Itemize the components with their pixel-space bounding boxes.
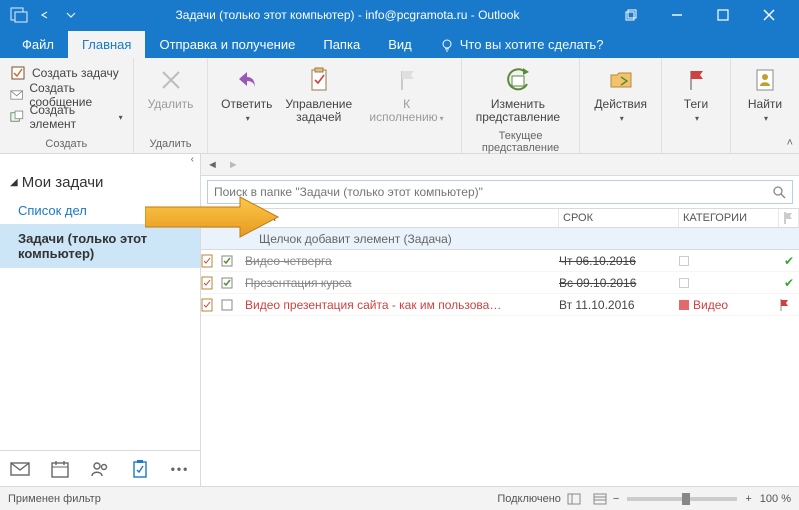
task-checkbox[interactable] [221,277,241,289]
group-view-label: Текущее представление [468,128,574,157]
zoom-out-icon[interactable]: − [613,493,619,505]
chevron-down-icon: ◢ [10,177,18,188]
new-items-icon [10,109,24,125]
window-close-icon[interactable] [747,1,791,29]
ribbon-collapse-icon[interactable]: ˄ [787,137,793,149]
change-view-button[interactable]: Изменить представление [468,60,568,128]
find-button[interactable]: Найти▾ [737,60,793,148]
task-checkbox[interactable] [221,299,241,311]
tags-button[interactable]: Теги▾ [668,60,724,148]
column-icon[interactable] [201,209,221,227]
column-due[interactable]: СРОК [559,209,679,227]
task-type-icon [201,254,221,268]
tab-view[interactable]: Вид [374,31,426,58]
status-filter: Применен фильтр [8,493,497,505]
tell-me-box[interactable]: Что вы хотите сделать? [426,31,618,58]
window-restore-icon[interactable] [609,1,653,29]
quick-access-undo-icon[interactable] [34,4,56,26]
address-book-icon [749,64,781,96]
search-input[interactable] [207,180,793,204]
task-category: Видео [679,298,779,312]
task-type-icon [201,298,221,312]
dropdown-caret-icon: ▾ [695,114,699,123]
task-due: Вт 11.10.2016 [559,298,679,312]
back-icon[interactable]: ◄ [207,159,218,171]
status-connection: Подключено [497,493,561,505]
zoom-level: 100 % [760,493,791,505]
flag-red-icon [680,64,712,96]
task-row[interactable]: Видео четвергаЧт 06.10.2016 ✔ [201,250,799,272]
zoom-in-icon[interactable]: + [745,493,751,505]
task-type-icon [201,276,221,290]
tab-home[interactable]: Главная [68,31,145,58]
reply-button[interactable]: Ответить▾ [214,60,279,148]
task-flag-icon[interactable] [779,299,799,311]
group-create-label: Создать [6,136,127,153]
task-subject: Презентация курса [241,276,559,290]
dropdown-caret-icon: ▾ [620,114,624,123]
column-categories[interactable]: КАТЕГОРИИ [679,209,779,227]
actions-button[interactable]: Действия▾ [586,60,655,148]
sidebar-collapse-icon[interactable]: ‹ [0,154,200,168]
task-flag-icon[interactable]: ✔ [779,254,799,268]
nav-people-icon[interactable] [80,451,120,486]
tab-file[interactable]: Файл [8,31,68,58]
forward-icon: ► [228,159,239,171]
view-reading-icon[interactable] [593,493,607,505]
dropdown-caret-icon: ▾ [440,114,444,123]
task-flag-icon[interactable]: ✔ [779,276,799,290]
task-subject: Видео презентация сайта - как им пользов… [241,298,559,312]
task-category [679,256,779,266]
tab-send-receive[interactable]: Отправка и получение [145,31,309,58]
quick-access-customize-icon[interactable] [60,4,82,26]
app-icon [8,4,30,26]
column-flag[interactable] [779,209,799,227]
task-subject: Видео четверга [241,254,559,268]
task-row[interactable]: Видео презентация сайта - как им пользов… [201,294,799,316]
sidebar-item-tasks[interactable]: Задачи (только этот компьютер) [0,224,200,268]
reply-icon [231,64,263,96]
manage-task-button[interactable]: Управление задачей [279,60,358,148]
delete-button: Удалить [140,60,202,136]
mail-icon [10,87,23,103]
group-delete-label: Удалить [140,136,202,153]
task-category [679,278,779,288]
dropdown-caret-icon: ▾ [246,114,250,123]
folder-move-icon [605,64,637,96]
nav-more-icon[interactable]: ••• [160,451,200,486]
follow-up-button: К исполнению▾ [358,60,454,148]
dropdown-caret-icon: ▾ [764,114,768,123]
column-subject[interactable]: ТЕМА [241,209,559,227]
sidebar-item-todolist[interactable]: Список дел [0,197,200,224]
task-icon [10,65,26,81]
zoom-slider[interactable] [627,497,737,501]
change-view-icon [502,64,534,96]
task-due: Вс 09.10.2016 [559,276,679,290]
new-items-button[interactable]: Создать элемент▾ [6,106,127,128]
dropdown-caret-icon: ▾ [119,113,123,122]
tab-folder[interactable]: Папка [309,31,374,58]
new-task-row[interactable]: Щелчок добавит элемент (Задача) [201,228,799,250]
sidebar-header[interactable]: ◢ Мои задачи [0,168,200,197]
delete-icon [155,64,187,96]
window-maximize-icon[interactable] [701,1,745,29]
lightbulb-icon [440,38,454,52]
nav-tasks-icon[interactable] [120,451,160,486]
window-title: Задачи (только этот компьютер) - info@pc… [86,8,609,22]
task-checkbox[interactable] [221,255,241,267]
window-minimize-icon[interactable] [655,1,699,29]
nav-mail-icon[interactable] [0,451,40,486]
search-icon[interactable] [772,185,786,199]
task-row[interactable]: Презентация курсаВс 09.10.2016 ✔ [201,272,799,294]
column-complete[interactable] [221,209,241,227]
nav-calendar-icon[interactable] [40,451,80,486]
flag-icon [391,64,423,96]
task-due: Чт 06.10.2016 [559,254,679,268]
clipboard-icon [303,64,335,96]
view-normal-icon[interactable] [567,493,581,505]
